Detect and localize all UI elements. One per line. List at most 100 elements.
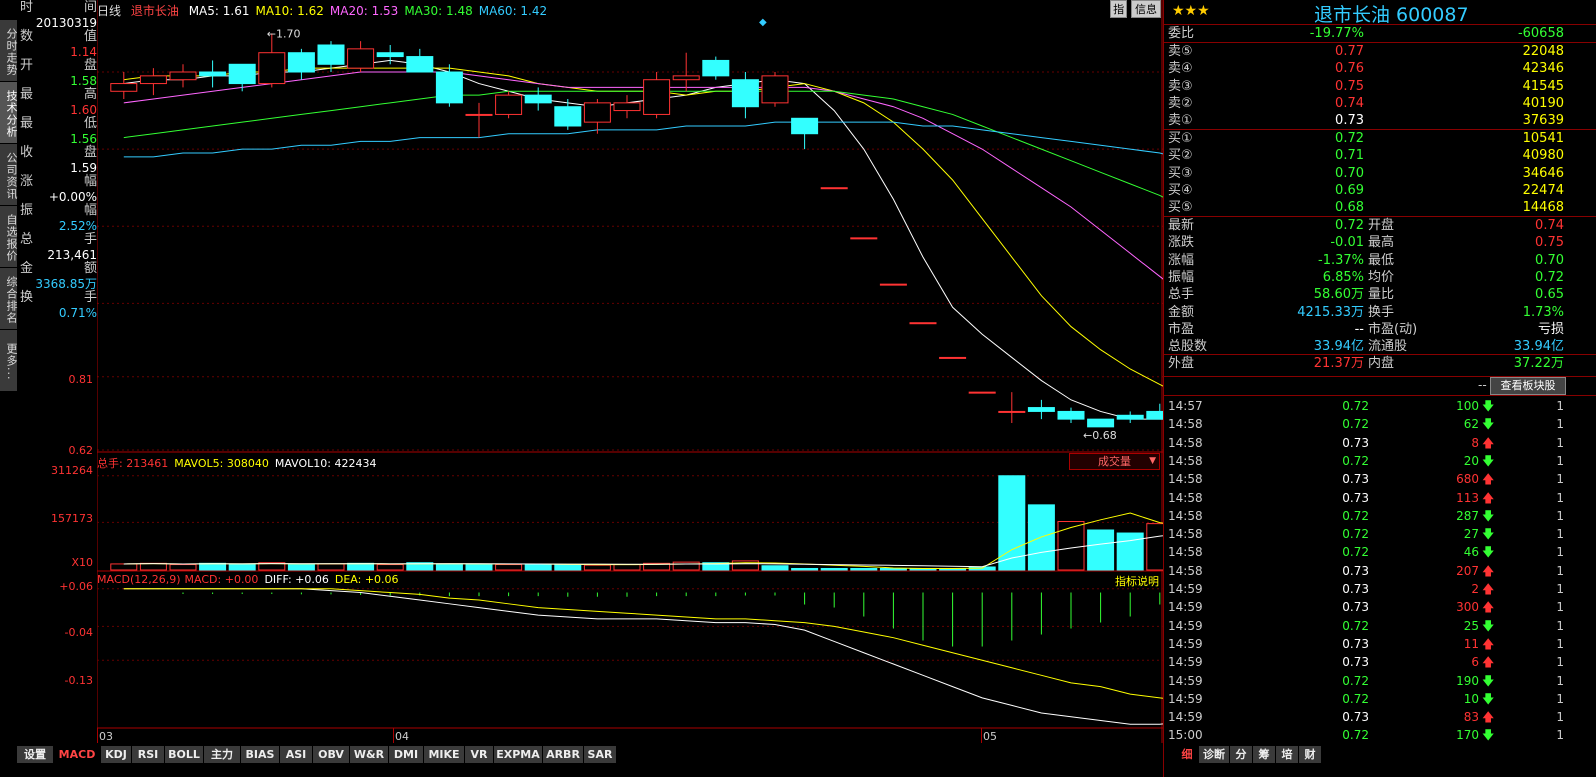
stat-value: -0.01 [1330, 235, 1364, 251]
indicator-tab-macd[interactable]: MACD [54, 746, 101, 763]
indicator-tab-asi[interactable]: ASI [280, 746, 313, 763]
detail-tab-2[interactable]: 分 [1230, 746, 1253, 763]
side-tab-3[interactable]: 自选报价 [0, 206, 18, 268]
view-block-stocks-button[interactable]: 查看板块股 [1490, 377, 1566, 395]
indicator-help-link[interactable]: 指标说明 [1115, 573, 1159, 589]
sell-level-row: 卖④ 0.76 42346 [1164, 60, 1596, 78]
arrow-up-icon: 🡅 [1482, 710, 1495, 725]
sell-volume: 40190 [1522, 95, 1564, 111]
quote-panel: ★★★ 退市长油 600087 委比 -19.77% -60658 卖⑤ 0.77 220… [1163, 0, 1596, 777]
info-value-turnover: 0.71% [58, 306, 97, 320]
candle[interactable] [791, 117, 819, 150]
stat-label: 振幅 [1168, 269, 1195, 285]
candle[interactable] [1057, 407, 1085, 423]
indicator-tab-settings[interactable]: 设置 [17, 746, 54, 763]
x-axis-label: 04 [395, 730, 409, 743]
indicator-tab-bias[interactable]: BIAS [241, 746, 280, 763]
indicator-tab-wr[interactable]: W&R [350, 746, 389, 763]
candle[interactable] [228, 63, 256, 92]
indicator-tab-expma[interactable]: EXPMA [494, 746, 543, 763]
stock-name-label: 退市长油 [130, 4, 179, 18]
kline-chart-area[interactable]: ←1.70 ←0.68 ◆ 03 04 05 日线 退市长油 MA5: 1.61 MA10:… [51, 0, 1203, 743]
arrow-down-icon: 🡇 [1482, 527, 1495, 542]
info-button[interactable]: 信息 [1131, 0, 1161, 18]
detail-tab-5[interactable]: 财 [1299, 746, 1322, 763]
detail-tab-3[interactable]: 筹 [1253, 746, 1276, 763]
detail-tab-4[interactable]: 培 [1276, 746, 1299, 763]
info-label-left: 换 [20, 290, 34, 305]
info-label-left: 时 [20, 0, 34, 15]
indicator-tab-boll[interactable]: BOLL [165, 746, 204, 763]
candle[interactable] [613, 95, 641, 119]
candle[interactable] [702, 56, 730, 80]
indicator-tab-vr[interactable]: VR [465, 746, 494, 763]
info-label-row: 开盘 [18, 58, 97, 73]
candle[interactable] [968, 391, 996, 394]
data-info-panel: 时间 20130319 数值 1.14 开盘 1.58 最高 1.60 最低 1.56 收盘 1.59… [18, 0, 97, 330]
side-tab-4[interactable]: 综合排名 [0, 268, 18, 330]
candle[interactable] [879, 283, 907, 286]
candle[interactable] [643, 72, 671, 119]
candle[interactable] [939, 356, 967, 359]
side-tab-1[interactable]: 技术分析 [0, 82, 18, 144]
detail-tab-0[interactable]: 细 [1176, 746, 1199, 763]
tick-count: 1 [1556, 563, 1564, 578]
side-tab-5[interactable]: 更多... [0, 330, 18, 392]
indicator-tab-dmi[interactable]: DMI [389, 746, 424, 763]
candle[interactable] [258, 33, 286, 88]
candle[interactable] [731, 72, 759, 119]
tick-row: 14:59 0.72 25 🡇 1 [1164, 617, 1596, 635]
candle[interactable] [850, 237, 878, 240]
stat-label: 最高 [1368, 235, 1395, 251]
indicator-button[interactable]: 指 [1110, 0, 1128, 18]
indicator-tab-sar[interactable]: SAR [584, 746, 617, 763]
stat-label: 内盘 [1368, 356, 1395, 372]
sell-level-label: 卖⑤ [1168, 44, 1193, 59]
indicator-tab-rsi[interactable]: RSI [132, 746, 165, 763]
candle[interactable] [820, 187, 848, 190]
candle[interactable] [1116, 411, 1144, 423]
candle[interactable] [169, 64, 197, 88]
candle[interactable] [347, 41, 375, 72]
indicator-tab-obv[interactable]: OBV [313, 746, 350, 763]
ma-line-MA60 [123, 121, 1190, 162]
candle[interactable] [199, 60, 227, 88]
candle-body [495, 94, 523, 115]
candle[interactable] [583, 99, 611, 134]
info-label-row: 收盘 [18, 145, 97, 160]
tick-count: 1 [1556, 472, 1564, 487]
candle[interactable] [287, 48, 315, 80]
candle[interactable] [998, 392, 1026, 423]
candle[interactable] [110, 72, 138, 99]
candle-body [643, 79, 671, 115]
arrow-up-icon: 🡅 [1482, 600, 1495, 615]
candle[interactable] [435, 64, 463, 107]
indicator-tab-[interactable]: 主力 [204, 746, 241, 763]
candle-body [169, 71, 197, 81]
candle[interactable] [1087, 418, 1115, 428]
stat-value: 58.60万 [1313, 287, 1364, 303]
tick-price: 0.72 [1342, 527, 1369, 542]
tick-row: 14:59 0.73 2 🡅 1 [1164, 580, 1596, 598]
kline-chart-svg[interactable]: ←1.70 ←0.68 ◆ 03 04 05 [96, 0, 1203, 743]
tick-volume: 11 [1463, 636, 1479, 651]
stat-value: 亏损 [1537, 321, 1564, 337]
candle[interactable] [1027, 399, 1055, 420]
volume-indicator-dropdown[interactable]: 成交量 ▼ [1069, 453, 1160, 470]
diff-line [123, 588, 1190, 725]
side-tab-2[interactable]: 公司资讯 [0, 144, 18, 206]
indicator-tab-kdj[interactable]: KDJ [101, 746, 132, 763]
candle[interactable] [909, 322, 937, 325]
candle[interactable] [761, 72, 789, 107]
candle[interactable] [1146, 403, 1174, 420]
volume-bar [1116, 532, 1144, 571]
candle[interactable] [406, 48, 434, 73]
volume-axis-label: X10 [71, 556, 93, 569]
indicator-tab-mike[interactable]: MIKE [424, 746, 465, 763]
candle[interactable] [495, 91, 523, 119]
indicator-tab-arbr[interactable]: ARBR [543, 746, 584, 763]
candle[interactable] [465, 102, 493, 138]
side-tab-0[interactable]: 分时走势 [0, 20, 18, 82]
info-label-left: 最 [20, 87, 34, 102]
detail-tab-1[interactable]: 诊断 [1199, 746, 1230, 763]
